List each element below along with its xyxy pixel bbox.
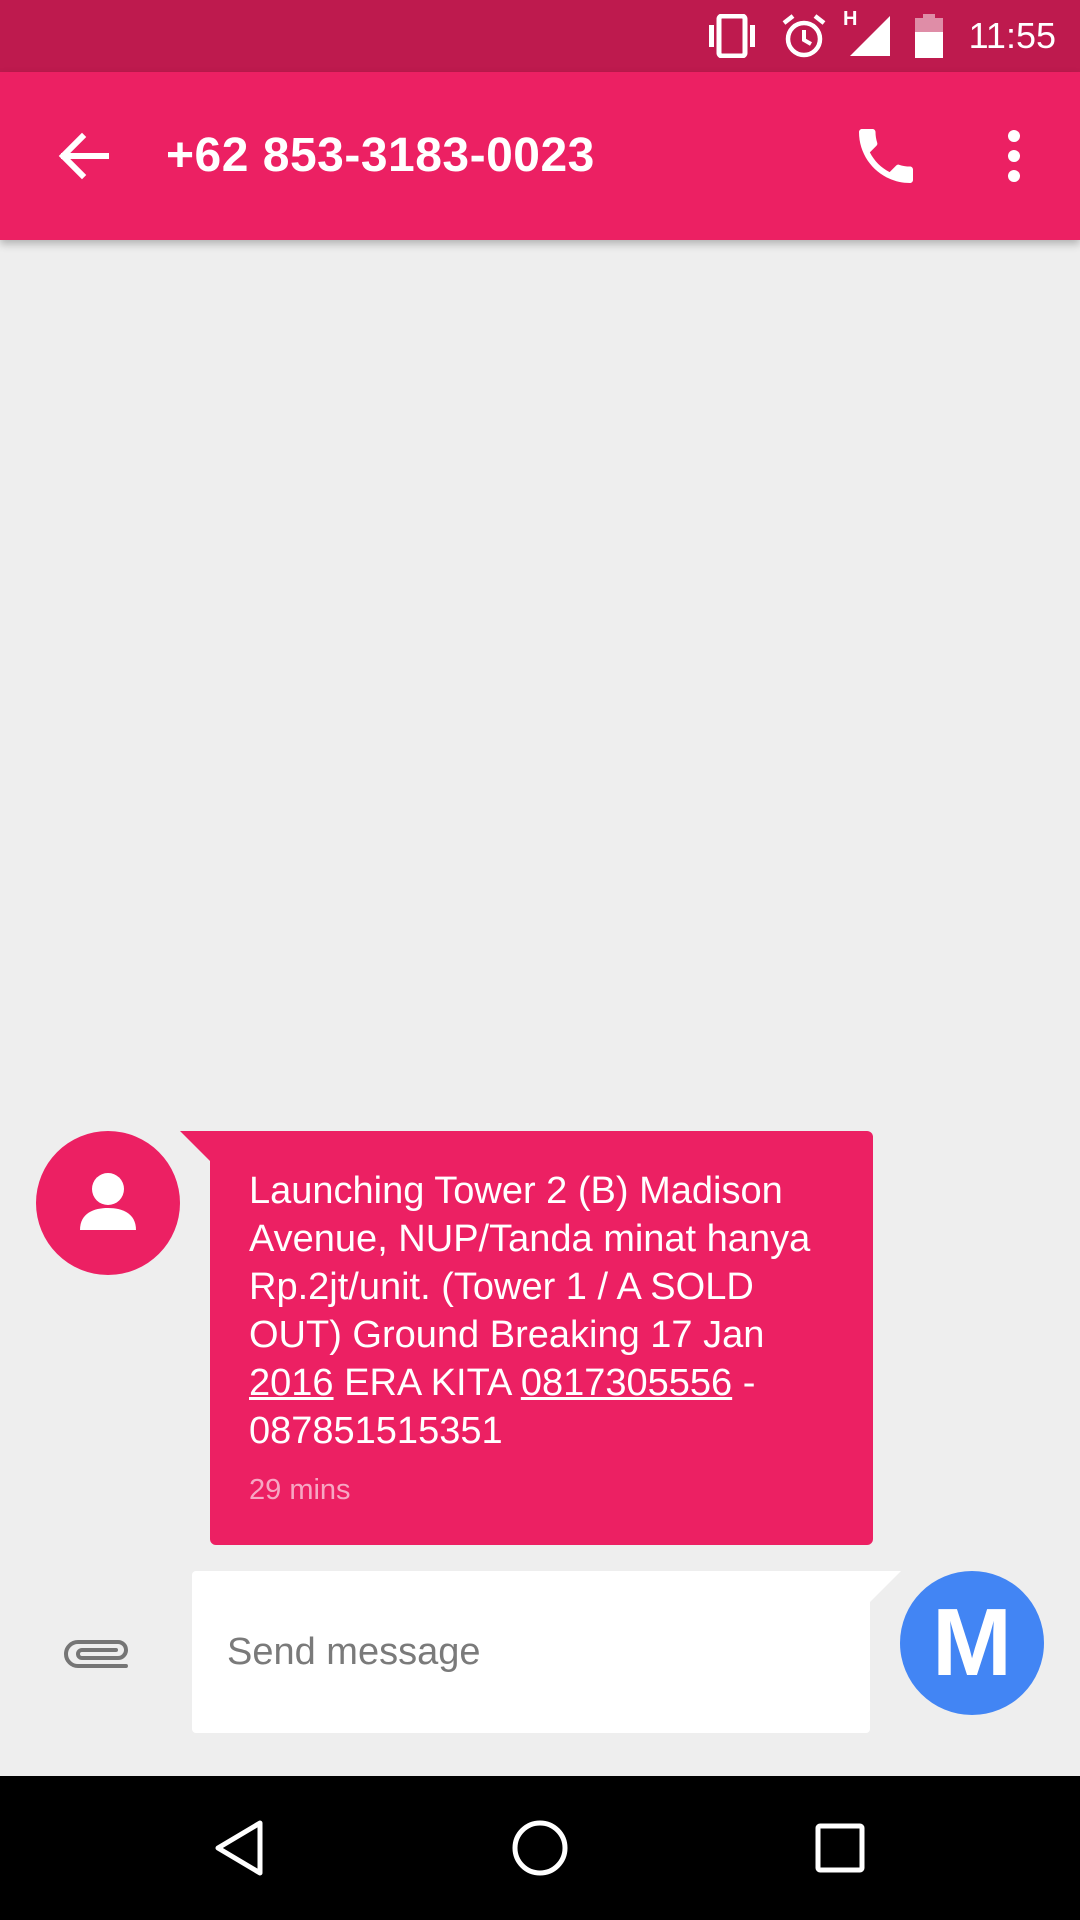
- back-arrow-icon: [58, 132, 109, 180]
- nav-home-icon: [512, 1820, 568, 1876]
- contact-avatar[interactable]: [36, 1131, 180, 1275]
- message-text: Launching Tower 2 (B) Madison Avenue, NU…: [249, 1170, 811, 1452]
- message-date-link[interactable]: 2016: [249, 1362, 334, 1404]
- attach-button[interactable]: [56, 1620, 136, 1684]
- phone-icon: [859, 129, 913, 183]
- nav-recents-icon: [815, 1823, 865, 1873]
- message-input[interactable]: [225, 1621, 829, 1683]
- nav-back-icon: [215, 1820, 263, 1876]
- nav-home-button[interactable]: [504, 1812, 576, 1884]
- message-timestamp: 29 mins: [249, 1474, 351, 1506]
- person-icon: [80, 1173, 136, 1230]
- back-button[interactable]: [48, 120, 120, 192]
- contact-title: +62 853-3183-0023: [166, 129, 595, 182]
- app-bar: +62 853-3183-0023: [0, 72, 1080, 240]
- message-bubble-tail: [180, 1131, 211, 1162]
- more-vert-icon: [1008, 130, 1020, 182]
- compose-box: [192, 1571, 870, 1733]
- nav-back-button[interactable]: [204, 1812, 276, 1884]
- signal-icon: [850, 16, 890, 56]
- navigation-bar: [0, 1776, 1080, 1920]
- paperclip-icon: [64, 1640, 128, 1668]
- call-button[interactable]: [850, 120, 922, 192]
- clock: 11:55: [968, 15, 1056, 56]
- message-phone-link[interactable]: 0817305556: [521, 1362, 732, 1404]
- status-bar: H 11:55: [0, 0, 1080, 72]
- battery-icon: [915, 14, 943, 58]
- nav-recents-button[interactable]: [804, 1812, 876, 1884]
- message-bubble[interactable]: Launching Tower 2 (B) Madison Avenue, NU…: [210, 1131, 873, 1545]
- more-options-button[interactable]: [978, 120, 1050, 192]
- compose-box-tail: [869, 1571, 901, 1603]
- send-button[interactable]: M: [900, 1571, 1044, 1715]
- alarm-icon: [782, 14, 826, 58]
- vibrate-icon: [709, 14, 755, 58]
